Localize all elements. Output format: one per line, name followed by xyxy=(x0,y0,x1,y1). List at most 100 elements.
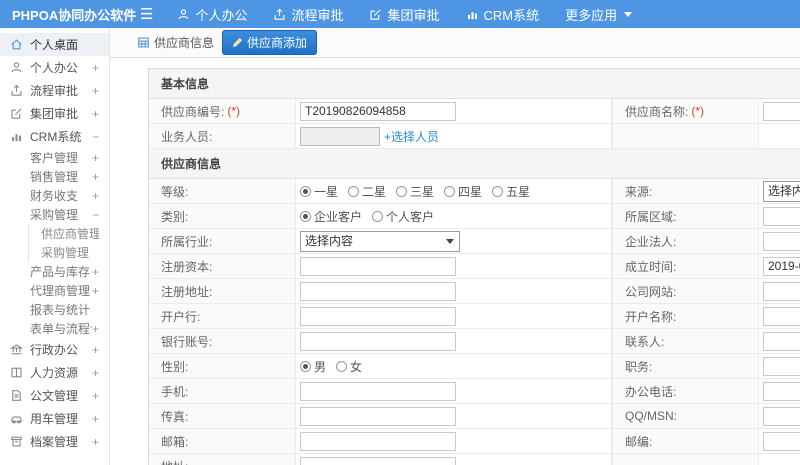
sidebar-item-15[interactable]: 表单与流程设置+ xyxy=(0,319,109,338)
topmenu-item-3[interactable]: 集团审批 xyxy=(369,5,440,24)
sidebar-item-1[interactable]: 个人桌面 xyxy=(0,33,109,56)
sidebar-item-19[interactable]: 用车管理 + xyxy=(0,407,109,430)
radio-selected-icon[interactable] xyxy=(300,210,311,222)
s2-r11-c1-input[interactable] xyxy=(300,431,456,451)
category-radio-1[interactable]: 企业客户 xyxy=(300,208,362,225)
s1-r1-c1-input[interactable] xyxy=(300,101,456,121)
s2-r1-c2-label: 来源: xyxy=(612,179,759,203)
level-radio-3[interactable]: 三星 xyxy=(396,183,434,200)
sidebar-item-14[interactable]: 报表与统计 xyxy=(0,300,109,319)
s1-r1-c2-input[interactable] xyxy=(763,101,800,121)
expand-icon[interactable]: + xyxy=(92,151,109,165)
expand-icon[interactable]: + xyxy=(92,284,109,298)
form-row: 地址: xyxy=(149,454,800,465)
s2-r8-c2-input[interactable] xyxy=(763,356,800,376)
sidebar-item-label: 公文管理 xyxy=(30,389,79,403)
sidebar-item-12[interactable]: 产品与库存 + xyxy=(0,262,109,281)
s2-r4-c1-input[interactable] xyxy=(300,256,456,276)
sidebar-item-7[interactable]: 销售管理 + xyxy=(0,167,109,186)
expand-icon[interactable]: + xyxy=(92,322,109,336)
sidebar-item-3[interactable]: 流程审批 + xyxy=(0,79,109,102)
s2-r3-c2-input[interactable] xyxy=(763,231,800,251)
gender-radio-2[interactable]: 女 xyxy=(336,358,362,375)
s2-r11-c2-label: 邮编: xyxy=(612,429,759,453)
s2-r5-c1-input[interactable] xyxy=(300,281,456,301)
s2-r10-c2-input[interactable] xyxy=(763,406,800,426)
s2-r7-c2-input[interactable] xyxy=(763,331,800,351)
sidebar-item-10[interactable]: 供应商管理 xyxy=(28,224,109,243)
s2-r6-c1-field xyxy=(296,304,612,328)
level-radio-1[interactable]: 一星 xyxy=(300,183,338,200)
expand-icon[interactable]: + xyxy=(92,265,109,279)
sidebar-item-8[interactable]: 财务收支 + xyxy=(0,186,109,205)
radio-icon[interactable] xyxy=(396,185,408,197)
expand-icon[interactable]: + xyxy=(92,107,109,121)
sidebar-item-label: 档案管理 xyxy=(30,435,79,449)
tab-2-active[interactable]: 供应商添加 xyxy=(222,30,318,55)
topmenu-item-4[interactable]: CRM系统 xyxy=(466,5,539,24)
s2-r6-c1-input[interactable] xyxy=(300,306,456,326)
radio-icon[interactable] xyxy=(372,210,384,222)
s2-r7-c1-input[interactable] xyxy=(300,331,456,351)
s2-r2-c2-input[interactable] xyxy=(763,206,800,226)
level-radio-4[interactable]: 四星 xyxy=(444,183,482,200)
collapse-icon[interactable]: − xyxy=(92,208,109,222)
expand-icon[interactable]: + xyxy=(92,389,109,403)
sidebar-item-6[interactable]: 客户管理 + xyxy=(0,148,109,167)
sidebar-item-17[interactable]: 人力资源 + xyxy=(0,361,109,384)
s2-r11-c2-input[interactable] xyxy=(763,431,800,451)
s2-r5-c2-input[interactable] xyxy=(763,281,800,301)
sidebar-item-11[interactable]: 采购管理 xyxy=(28,243,109,262)
radio-icon[interactable] xyxy=(492,185,504,197)
tab-1[interactable]: 供应商信息 xyxy=(137,34,214,51)
topmenu-item-1[interactable]: 个人办公 xyxy=(177,5,247,24)
sidebar-item-2[interactable]: 个人办公 + xyxy=(0,56,109,79)
form-row: 手机: 办公电话: xyxy=(149,379,800,404)
sidebar-item-16[interactable]: 行政办公 + xyxy=(0,338,109,361)
s2-r10-c1-input[interactable] xyxy=(300,406,456,426)
s2-r12-c1-input[interactable] xyxy=(300,456,456,465)
expand-icon[interactable]: + xyxy=(92,412,109,426)
expand-icon[interactable]: + xyxy=(92,84,109,98)
s2-r6-c2-input[interactable] xyxy=(763,306,800,326)
sidebar-item-20[interactable]: 档案管理 + xyxy=(0,430,109,453)
s2-r5-c1-field xyxy=(296,279,612,303)
radio-icon[interactable] xyxy=(336,360,348,372)
sidebar-item-4[interactable]: 集团审批 + xyxy=(0,102,109,125)
topmenu-item-2[interactable]: 流程审批 xyxy=(273,5,343,24)
radio-icon[interactable] xyxy=(348,185,360,197)
s1-r2-c1-input[interactable] xyxy=(300,126,380,146)
level-radio-2[interactable]: 二星 xyxy=(348,183,386,200)
level-radio-5[interactable]: 五星 xyxy=(492,183,530,200)
expand-icon[interactable]: + xyxy=(92,435,109,449)
collapse-icon[interactable]: − xyxy=(92,130,109,144)
radio-selected-icon[interactable] xyxy=(300,185,311,197)
menu-toggle-icon[interactable]: ☰ xyxy=(140,7,153,22)
sidebar-item-5[interactable]: CRM系统 − xyxy=(0,125,109,148)
s2-r3-c1-select[interactable]: 选择内容 xyxy=(300,230,460,252)
s2-r9-c1-input[interactable] xyxy=(300,381,456,401)
expand-icon[interactable]: + xyxy=(92,366,109,380)
radio-icon[interactable] xyxy=(444,185,456,197)
s2-r1-c2-select[interactable]: 选择内容 xyxy=(763,180,800,202)
expand-icon[interactable]: + xyxy=(92,61,109,75)
s2-r7-c2-label: 联系人: xyxy=(612,329,759,353)
sidebar-item-label: 用车管理 xyxy=(30,412,79,426)
choose-person-link[interactable]: +选择人员 xyxy=(384,128,439,145)
radio-selected-icon[interactable] xyxy=(300,360,311,372)
s2-r9-c2-input[interactable] xyxy=(763,381,800,401)
topmenu-item-5[interactable]: 更多应用 xyxy=(565,5,633,24)
archive-icon xyxy=(10,435,23,448)
sidebar-item-18[interactable]: 公文管理 + xyxy=(0,384,109,407)
category-radio-2[interactable]: 个人客户 xyxy=(372,208,434,225)
sidebar-item-9[interactable]: 采购管理 − xyxy=(0,205,109,224)
sidebar-item-13[interactable]: 代理商管理 + xyxy=(0,281,109,300)
expand-icon[interactable]: + xyxy=(92,170,109,184)
field-label: 公司网站: xyxy=(625,284,677,299)
gender-radio-1[interactable]: 男 xyxy=(300,358,326,375)
field-label: 等级: xyxy=(161,184,189,199)
s2-r4-c2-input[interactable] xyxy=(763,256,800,276)
sidebar-item-label: 集团审批 xyxy=(30,107,79,121)
expand-icon[interactable]: + xyxy=(92,343,109,357)
expand-icon[interactable]: + xyxy=(92,189,109,203)
